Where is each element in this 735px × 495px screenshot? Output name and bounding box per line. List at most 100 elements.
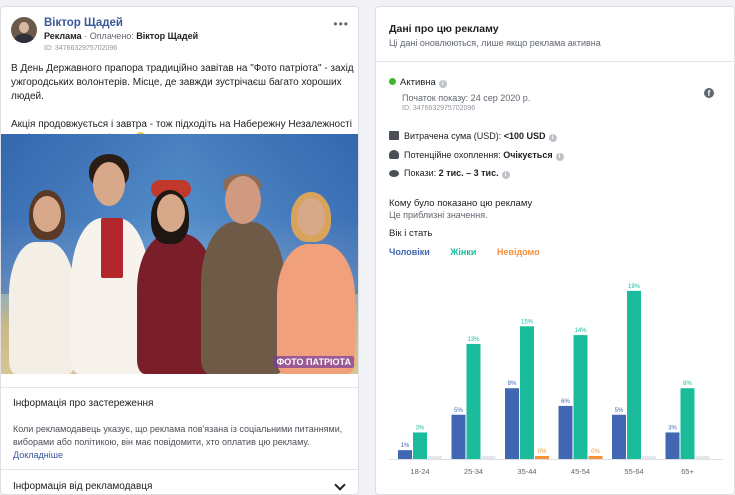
bar-Чоловіки-25-34[interactable] [451, 414, 466, 459]
bar-Невідомо-65+[interactable] [695, 456, 710, 459]
data-label: 8% [683, 381, 692, 387]
info-icon[interactable]: i [438, 80, 447, 88]
impressions-value: 2 тис. – 3 тис. [438, 168, 499, 178]
author-name[interactable]: Віктор Щадей [44, 17, 123, 29]
ad-info-title: Дані про цю рекламу [389, 23, 499, 35]
ad-meta: Реклама · Оплачено: Віктор Щадей [44, 31, 198, 41]
money-icon [389, 131, 399, 140]
info-icon[interactable]: i [501, 171, 510, 179]
ad-id: ID: 3476632975702096 [44, 45, 118, 52]
audience-title: Кому було показано цю рекламу [389, 198, 533, 209]
ad-info-subtitle: Ці дані оновлюються, лише якщо реклама а… [389, 38, 601, 48]
data-label: 19% [628, 284, 641, 290]
data-label: 14% [574, 328, 587, 334]
bar-Невідомо-55-64[interactable] [642, 456, 656, 459]
bar-Невідомо-18-24[interactable] [428, 456, 442, 459]
spend-label: Витрачена сума (USD): [404, 131, 504, 141]
data-label: 8% [508, 381, 517, 387]
disclaimer-section: Інформація про застереження Коли рекламо… [1, 387, 358, 472]
person-1-head [33, 196, 61, 232]
avatar-body [14, 34, 34, 43]
person-2-embroidery [101, 218, 123, 278]
x-tick-label: 18-24 [410, 467, 429, 476]
paid-label: Оплачено: [89, 31, 137, 41]
bar-Жінки-18-24[interactable] [413, 432, 427, 459]
eye-icon [389, 170, 399, 177]
more-options-icon[interactable]: ••• [333, 17, 349, 31]
bar-Жінки-25-34[interactable] [466, 343, 481, 459]
post-photo[interactable]: ФОТО ПАТРІОТА [1, 134, 358, 374]
bar-Невідомо-25-34[interactable] [481, 456, 496, 459]
person-1 [9, 242, 75, 374]
bar-Невідомо-35-44[interactable] [535, 456, 549, 459]
bar-Невідомо-45-54[interactable] [588, 456, 603, 459]
spend-value: <100 USD [503, 131, 546, 141]
age-gender-chart: 1% 3% 18-24 5% 13% 25-34 8% 15% 0% 35-44 6% 14% 0% 45… [389, 284, 723, 476]
data-label: 3% [668, 425, 677, 431]
person-4 [201, 222, 285, 374]
impressions-label: Покази: [404, 168, 439, 178]
legend-men[interactable]: Чоловіки [389, 247, 430, 257]
audience-subtitle: Це приблизні значення. [389, 210, 488, 220]
avatar[interactable] [11, 17, 37, 43]
age-gender-title: Вік і стать [389, 228, 433, 239]
chart-legend: Чоловіки Жінки Невідомо [389, 247, 558, 257]
info-icon[interactable]: i [555, 153, 564, 161]
post-paragraph-1: В День Державного прапора традиційно зав… [11, 63, 354, 102]
disclaimer-text: Коли рекламодавець указує, що реклама по… [13, 424, 343, 447]
legend-unknown[interactable]: Невідомо [497, 247, 540, 257]
person-4-head [225, 176, 261, 224]
facebook-icon: f [704, 88, 714, 98]
people-icon [389, 150, 399, 159]
ad-post-card: Віктор Щадей Реклама · Оплачено: Віктор … [0, 6, 359, 495]
chevron-down-icon [334, 479, 346, 491]
legend-women[interactable]: Жінки [450, 247, 476, 257]
status-text: Активна [400, 77, 436, 88]
data-label: 0% [591, 449, 600, 455]
disclaimer-title: Інформація про застереження [13, 398, 154, 409]
bar-Чоловіки-35-44[interactable] [505, 388, 519, 459]
bar-Жінки-45-54[interactable] [573, 335, 588, 459]
bar-Жінки-35-44[interactable] [520, 326, 534, 459]
photo-watermark: ФОТО ПАТРІОТА [273, 356, 354, 368]
active-status-dot [389, 78, 396, 85]
paid-by-name: Віктор Щадей [136, 31, 199, 41]
bar-Чоловіки-65+[interactable] [665, 432, 680, 459]
reach-row: Потенційне охоплення: Очікується i [389, 150, 564, 161]
x-tick-label: 45-54 [571, 467, 590, 476]
data-label: 0% [538, 449, 547, 455]
status-row: Активна i [389, 77, 447, 88]
bar-Жінки-65+[interactable] [680, 388, 695, 459]
impressions-row: Покази: 2 тис. – 3 тис. i [389, 168, 510, 179]
x-tick-label: 25-34 [464, 467, 483, 476]
data-label: 6% [561, 399, 570, 405]
person-5-head [297, 198, 325, 236]
start-date: Початок показу: 24 сер 2020 р. [402, 93, 531, 103]
bar-Жінки-55-64[interactable] [627, 290, 641, 459]
x-tick-label: 55-64 [624, 467, 643, 476]
advertiser-info-toggle[interactable]: Інформація від рекламодавця [1, 469, 358, 494]
info-icon[interactable]: i [548, 134, 557, 142]
learn-more-link[interactable]: Докладніше [13, 450, 63, 460]
data-label: 5% [454, 408, 463, 414]
advertiser-info-title: Інформація від рекламодавця [13, 481, 153, 492]
reach-value: Очікується [503, 150, 553, 160]
divider [376, 61, 734, 62]
spend-row: Витрачена сума (USD): <100 USD i [389, 131, 557, 142]
info-ad-id: ID: 3476632975702096 [402, 105, 476, 112]
person-3-head [157, 194, 185, 232]
data-label: 13% [467, 337, 480, 343]
data-label: 1% [401, 443, 410, 449]
bar-Чоловіки-18-24[interactable] [398, 450, 412, 459]
x-tick-label: 65+ [681, 467, 694, 476]
avatar-face [19, 22, 29, 33]
reach-label: Потенційне охоплення: [404, 150, 504, 160]
ad-label: Реклама [44, 31, 82, 41]
person-2-head [93, 162, 125, 206]
data-label: 5% [615, 408, 624, 414]
data-label: 3% [416, 425, 425, 431]
ad-info-card: Дані про цю рекламу Ці дані оновлюються,… [375, 6, 735, 495]
bar-Чоловіки-45-54[interactable] [558, 405, 573, 459]
bar-Чоловіки-55-64[interactable] [612, 414, 626, 459]
disclaimer-body: Коли рекламодавець указує, що реклама по… [13, 423, 348, 462]
